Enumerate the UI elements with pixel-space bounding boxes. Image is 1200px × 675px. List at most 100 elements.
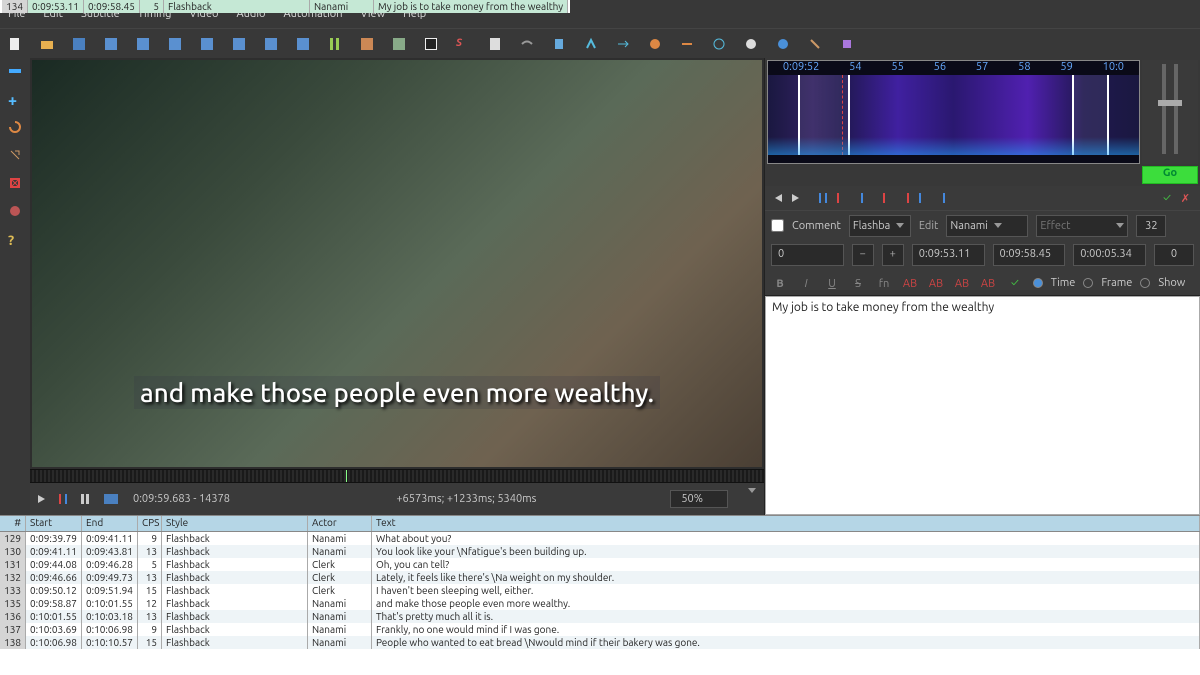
zoom-caret-icon[interactable] xyxy=(742,493,756,505)
color2-button[interactable]: AB xyxy=(927,274,945,292)
help-icon[interactable]: ? xyxy=(8,232,22,246)
audio-waveform[interactable]: 0:09:5254555657585910:0 xyxy=(767,60,1140,164)
play-after-icon[interactable] xyxy=(855,193,863,203)
main-toolbar: S xyxy=(0,28,1200,58)
prev-icon[interactable] xyxy=(775,194,782,202)
duration-field[interactable]: 0:00:05.34 xyxy=(1073,244,1146,266)
save-file-icon[interactable] xyxy=(72,37,86,51)
color1-button[interactable]: AB xyxy=(901,274,919,292)
tool-icon[interactable] xyxy=(616,37,630,51)
commit-text-icon[interactable]: ✓ xyxy=(1011,277,1019,289)
layer-plus-icon[interactable]: + xyxy=(882,244,904,266)
play-line-icon[interactable] xyxy=(59,494,67,504)
layer-field[interactable]: 0 xyxy=(771,244,844,266)
tool-icon[interactable] xyxy=(136,37,150,51)
tool-icon[interactable] xyxy=(296,37,310,51)
tool-icon[interactable] xyxy=(232,37,246,51)
go-button[interactable]: Go xyxy=(1142,166,1198,184)
color4-button[interactable]: AB xyxy=(979,274,997,292)
bold-button[interactable]: B xyxy=(771,274,789,292)
tool-icon[interactable] xyxy=(360,37,374,51)
show-radio[interactable] xyxy=(1140,278,1150,288)
tool-icon[interactable] xyxy=(584,37,598,51)
tool-icon[interactable] xyxy=(776,37,790,51)
layer-minus-icon[interactable]: − xyxy=(852,244,874,266)
tool-icon[interactable] xyxy=(488,37,502,51)
tool-icon[interactable] xyxy=(744,37,758,51)
edit-label[interactable]: Edit xyxy=(919,220,939,232)
italic-button[interactable]: I xyxy=(797,274,815,292)
new-file-icon[interactable] xyxy=(8,37,22,51)
video-seek-bar[interactable] xyxy=(30,469,764,483)
grid-row[interactable]: 1350:09:58.870:10:01.5512FlashbackNanami… xyxy=(0,597,1200,610)
commit-icon[interactable]: ✓ xyxy=(1163,192,1171,205)
tool-icon[interactable] xyxy=(648,37,662,51)
tool-icon[interactable] xyxy=(552,37,566,51)
grid-row[interactable]: 1310:09:44.080:09:46.285FlashbackClerkOh… xyxy=(0,558,1200,571)
margin-r-field[interactable]: 0 xyxy=(1154,244,1194,266)
side-tool-icon[interactable] xyxy=(8,120,22,134)
lead-in-icon[interactable] xyxy=(883,193,891,203)
comment-checkbox[interactable] xyxy=(771,219,784,232)
effect-dropdown[interactable]: Effect xyxy=(1036,215,1128,237)
zoom-dropdown[interactable]: 50% xyxy=(670,490,728,508)
actor-dropdown[interactable]: Nanami xyxy=(946,215,1028,237)
grid-row[interactable]: 1330:09:50.120:09:51.9415FlashbackClerkI… xyxy=(0,584,1200,597)
color3-button[interactable]: AB xyxy=(953,274,971,292)
frame-toggle-icon[interactable] xyxy=(103,492,119,506)
tool-icon[interactable] xyxy=(712,37,726,51)
tool-icon[interactable] xyxy=(104,37,118,51)
tool-icon[interactable] xyxy=(424,37,438,51)
tool-icon[interactable] xyxy=(328,37,342,51)
volume-slider[interactable] xyxy=(1174,64,1178,154)
side-tool-icon[interactable] xyxy=(8,64,22,78)
side-tool-icon[interactable] xyxy=(8,176,22,190)
open-file-icon[interactable] xyxy=(40,37,54,51)
pause-icon[interactable] xyxy=(81,494,89,504)
strike-button[interactable]: S xyxy=(849,274,867,292)
play-icon[interactable] xyxy=(38,495,45,503)
grid-row[interactable]: 1290:09:39.790:09:41.119FlashbackNanamiW… xyxy=(0,532,1200,545)
subtitle-overlay: and make those people even more wealthy. xyxy=(32,378,762,407)
frame-radio[interactable] xyxy=(1083,278,1093,288)
grid-row[interactable]: 1370:10:03.690:10:06.989FlashbackNanamiF… xyxy=(0,623,1200,636)
tool-icon[interactable] xyxy=(520,37,534,51)
underline-button[interactable]: U xyxy=(823,274,841,292)
side-toolbar: + ? xyxy=(0,58,30,515)
side-tool-icon[interactable] xyxy=(8,204,22,218)
cancel-icon[interactable]: ✗ xyxy=(1181,192,1190,205)
tool-icon[interactable] xyxy=(168,37,182,51)
margin-field[interactable] xyxy=(1136,215,1166,237)
time-radio[interactable] xyxy=(1033,278,1043,288)
play-sel-icon[interactable] xyxy=(819,193,827,203)
play-before-icon[interactable] xyxy=(837,193,845,203)
waveform-ticks: 0:09:5254555657585910:0 xyxy=(768,61,1139,75)
play-audio-icon[interactable] xyxy=(792,194,799,202)
grid-row[interactable]: 1300:09:41.110:09:43.8113FlashbackNanami… xyxy=(0,545,1200,558)
grid-row[interactable]: 1380:10:06.980:10:10.5715FlashbackNanami… xyxy=(0,636,1200,649)
tool-icon[interactable] xyxy=(680,37,694,51)
video-timing-label: +6573ms; +1233ms; 5340ms xyxy=(396,493,656,505)
font-button[interactable]: fn xyxy=(875,274,893,292)
side-tool-icon[interactable]: + xyxy=(8,92,22,106)
tool-icon[interactable] xyxy=(840,37,854,51)
tool-icon[interactable] xyxy=(200,37,214,51)
tool-icon[interactable] xyxy=(808,37,822,51)
side-tool-icon[interactable] xyxy=(8,148,22,162)
subtitle-grid: #StartEndCPSStyleActorText 1290:09:39.79… xyxy=(0,515,1200,675)
lead-out-icon[interactable] xyxy=(901,193,909,203)
comment-label: Comment xyxy=(792,220,841,232)
tool-icon[interactable] xyxy=(264,37,278,51)
tool-icon[interactable] xyxy=(392,37,406,51)
end-time-field[interactable]: 0:09:58.45 xyxy=(993,244,1066,266)
grid-row[interactable]: 1360:10:01.550:10:03.1813FlashbackNanami… xyxy=(0,610,1200,623)
video-preview[interactable]: and make those people even more wealthy. xyxy=(32,60,762,467)
style-dropdown[interactable]: Flashba xyxy=(849,215,911,237)
subtitle-text-input[interactable]: My job is to take money from the wealthy xyxy=(765,296,1200,515)
start-time-field[interactable]: 0:09:53.11 xyxy=(912,244,985,266)
range-icon[interactable] xyxy=(919,193,927,203)
zoom-slider[interactable] xyxy=(1162,64,1166,154)
grid-row[interactable]: 1320:09:46.660:09:49.7313FlashbackClerkL… xyxy=(0,571,1200,584)
tool-icon[interactable]: S xyxy=(456,37,470,51)
range-icon[interactable] xyxy=(937,193,945,203)
